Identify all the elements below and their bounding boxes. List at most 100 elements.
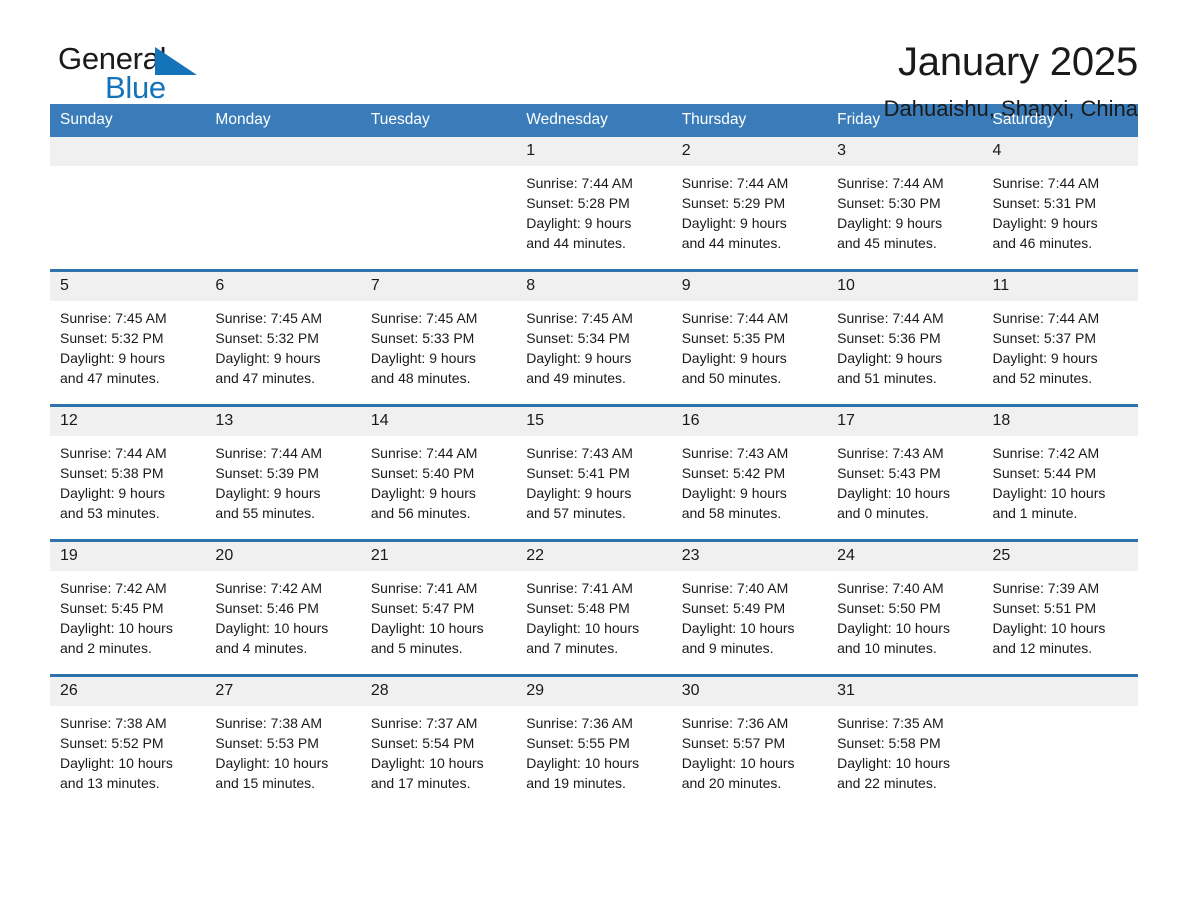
calendar-day-cell[interactable]: 16 Sunrise: 7:43 AM Sunset: 5:42 PM Dayligh… [671, 404, 828, 541]
sunrise-time: Sunrise: 7:36 AM [681, 715, 789, 731]
daylight-duration-line1: Daylight: 10 hours [992, 485, 1106, 501]
sunrise-time: Sunrise: 7:44 AM [681, 175, 789, 191]
day-number [50, 137, 206, 166]
day-details: Sunrise: 7:38 AM Sunset: 5:52 PM Daylight:… [50, 706, 205, 793]
calendar-day-cell[interactable]: 19 Sunrise: 7:42 AM Sunset: 5:45 PM Dayligh… [50, 539, 206, 676]
calendar-day-cell[interactable]: 12 Sunrise: 7:44 AM Sunset: 5:38 PM Dayligh… [50, 404, 206, 541]
sunrise-time: Sunrise: 7:44 AM [681, 310, 789, 326]
daylight-duration-line1: Daylight: 10 hours [837, 620, 950, 636]
calendar-day-cell[interactable]: 21 Sunrise: 7:41 AM Sunset: 5:47 PM Dayligh… [360, 539, 517, 676]
sunrise-time: Sunrise: 7:41 AM [526, 580, 633, 596]
daylight-duration-line2: and 49 minutes. [526, 370, 626, 386]
day-number [205, 137, 361, 166]
sunset-time: Sunset: 5:44 PM [992, 465, 1097, 481]
daylight-duration-line1: Daylight: 9 hours [60, 485, 166, 501]
calendar-day-cell[interactable]: 24 Sunrise: 7:40 AM Sunset: 5:50 PM Dayligh… [827, 539, 983, 676]
daylight-duration-line1: Daylight: 9 hours [837, 350, 943, 366]
day-details: Sunrise: 7:45 AM Sunset: 5:33 PM Daylight:… [361, 301, 516, 388]
day-number: 21 [360, 542, 517, 571]
sunrise-time: Sunrise: 7:42 AM [215, 580, 323, 596]
daylight-duration-line2: and 50 minutes. [681, 370, 782, 386]
daylight-duration-line2: and 51 minutes. [837, 370, 937, 386]
daylight-duration-line2: and 48 minutes. [370, 370, 471, 386]
calendar-day-cell[interactable]: 28 Sunrise: 7:37 AM Sunset: 5:54 PM Dayligh… [360, 674, 517, 809]
day-number: 26 [50, 677, 206, 706]
day-details: Sunrise: 7:44 AM Sunset: 5:39 PM Daylight:… [205, 436, 360, 523]
calendar-day-cell[interactable]: 26 Sunrise: 7:38 AM Sunset: 5:52 PM Dayligh… [50, 674, 206, 809]
calendar-week-row: 1 Sunrise: 7:44 AM Sunset: 5:28 PM Daylight… [50, 137, 1138, 271]
calendar-day-cell[interactable]: 8 Sunrise: 7:45 AM Sunset: 5:34 PM Daylight… [516, 269, 672, 406]
calendar-day-cell[interactable]: 10 Sunrise: 7:44 AM Sunset: 5:36 PM Dayligh… [827, 269, 983, 406]
weekday-header-thursday: Thursday [671, 104, 828, 137]
weekday-header-wednesday: Wednesday [516, 104, 672, 137]
daylight-duration-line1: Daylight: 9 hours [526, 485, 632, 501]
calendar-day-cell[interactable]: 31 Sunrise: 7:35 AM Sunset: 5:58 PM Dayligh… [827, 674, 983, 809]
sunrise-sunset-calendar: Sunday Monday Tuesday Wednesday Thursday… [50, 104, 1138, 809]
day-details: Sunrise: 7:42 AM Sunset: 5:45 PM Daylight:… [50, 571, 205, 658]
sunrise-time: Sunrise: 7:37 AM [370, 715, 478, 731]
daylight-duration-line1: Daylight: 10 hours [60, 620, 173, 636]
sunset-time: Sunset: 5:45 PM [60, 600, 164, 616]
calendar-day-cell[interactable]: 14 Sunrise: 7:44 AM Sunset: 5:40 PM Dayligh… [360, 404, 517, 541]
day-details: Sunrise: 7:43 AM Sunset: 5:41 PM Daylight:… [516, 436, 671, 523]
calendar-day-cell[interactable]: 1 Sunrise: 7:44 AM Sunset: 5:28 PM Daylight… [516, 137, 672, 271]
day-details: Sunrise: 7:44 AM Sunset: 5:37 PM Daylight:… [983, 301, 1138, 388]
calendar-week-row: 26 Sunrise: 7:38 AM Sunset: 5:52 PM Dayligh… [50, 674, 1138, 809]
day-details: Sunrise: 7:36 AM Sunset: 5:55 PM Daylight:… [516, 706, 671, 793]
daylight-duration-line1: Daylight: 10 hours [60, 755, 173, 771]
calendar-day-cell[interactable]: 6 Sunrise: 7:45 AM Sunset: 5:32 PM Daylight… [205, 269, 361, 406]
sunrise-time: Sunrise: 7:45 AM [215, 310, 323, 326]
calendar-day-cell[interactable]: 25 Sunrise: 7:39 AM Sunset: 5:51 PM Dayligh… [982, 539, 1138, 676]
sunrise-time: Sunrise: 7:44 AM [992, 310, 1100, 326]
day-number: 13 [205, 407, 361, 436]
calendar-day-cell[interactable]: 30 Sunrise: 7:36 AM Sunset: 5:57 PM Dayligh… [671, 674, 828, 809]
day-number: 22 [516, 542, 672, 571]
calendar-day-cell[interactable]: 3 Sunrise: 7:44 AM Sunset: 5:30 PM Daylight… [827, 137, 983, 271]
calendar-day-cell[interactable]: 20 Sunrise: 7:42 AM Sunset: 5:46 PM Dayligh… [205, 539, 361, 676]
daylight-duration-line2: and 57 minutes. [526, 505, 626, 521]
sunrise-time: Sunrise: 7:44 AM [370, 445, 478, 461]
calendar-day-cell[interactable]: 4 Sunrise: 7:44 AM Sunset: 5:31 PM Daylight… [982, 137, 1138, 271]
daylight-duration-line1: Daylight: 10 hours [992, 620, 1106, 636]
sunrise-time: Sunrise: 7:44 AM [60, 445, 167, 461]
calendar-day-cell-empty [205, 137, 361, 271]
calendar-day-cell[interactable]: 22 Sunrise: 7:41 AM Sunset: 5:48 PM Dayligh… [516, 539, 672, 676]
sunset-time: Sunset: 5:48 PM [526, 600, 630, 616]
sunset-time: Sunset: 5:51 PM [992, 600, 1097, 616]
sunset-time: Sunset: 5:46 PM [215, 600, 319, 616]
sunset-time: Sunset: 5:36 PM [837, 330, 941, 346]
sunrise-time: Sunrise: 7:41 AM [370, 580, 478, 596]
day-number: 11 [982, 272, 1138, 301]
calendar-day-cell[interactable]: 7 Sunrise: 7:45 AM Sunset: 5:33 PM Daylight… [360, 269, 517, 406]
sunrise-time: Sunrise: 7:40 AM [681, 580, 789, 596]
calendar-day-cell[interactable]: 11 Sunrise: 7:44 AM Sunset: 5:37 PM Dayligh… [982, 269, 1138, 406]
calendar-day-cell[interactable]: 15 Sunrise: 7:43 AM Sunset: 5:41 PM Dayligh… [516, 404, 672, 541]
calendar-day-cell[interactable]: 13 Sunrise: 7:44 AM Sunset: 5:39 PM Dayligh… [205, 404, 361, 541]
day-number: 7 [360, 272, 517, 301]
calendar-day-cell[interactable]: 17 Sunrise: 7:43 AM Sunset: 5:43 PM Dayligh… [827, 404, 983, 541]
day-number: 20 [205, 542, 361, 571]
daylight-duration-line2: and 13 minutes. [60, 775, 160, 791]
sunrise-time: Sunrise: 7:44 AM [992, 175, 1100, 191]
calendar-day-cell[interactable]: 27 Sunrise: 7:38 AM Sunset: 5:53 PM Dayligh… [205, 674, 361, 809]
daylight-duration-line1: Daylight: 10 hours [526, 620, 640, 636]
sunrise-time: Sunrise: 7:43 AM [837, 445, 944, 461]
calendar-day-cell[interactable]: 5 Sunrise: 7:45 AM Sunset: 5:32 PM Daylight… [50, 269, 206, 406]
sunset-time: Sunset: 5:52 PM [60, 735, 164, 751]
calendar-day-cell[interactable]: 18 Sunrise: 7:42 AM Sunset: 5:44 PM Dayligh… [982, 404, 1138, 541]
day-number: 1 [516, 137, 672, 166]
daylight-duration-line2: and 9 minutes. [681, 640, 774, 656]
daylight-duration-line1: Daylight: 9 hours [215, 350, 321, 366]
day-details: Sunrise: 7:36 AM Sunset: 5:57 PM Daylight:… [672, 706, 827, 793]
calendar-day-cell[interactable]: 23 Sunrise: 7:40 AM Sunset: 5:49 PM Dayligh… [671, 539, 828, 676]
calendar-day-cell[interactable]: 2 Sunrise: 7:44 AM Sunset: 5:29 PM Daylight… [671, 137, 828, 271]
daylight-duration-line1: Daylight: 9 hours [681, 215, 787, 231]
calendar-day-cell[interactable]: 9 Sunrise: 7:44 AM Sunset: 5:35 PM Daylight… [671, 269, 828, 406]
day-details: Sunrise: 7:43 AM Sunset: 5:42 PM Daylight:… [672, 436, 827, 523]
daylight-duration-line1: Daylight: 10 hours [370, 755, 484, 771]
day-details: Sunrise: 7:44 AM Sunset: 5:30 PM Daylight:… [827, 166, 982, 253]
sunrise-time: Sunrise: 7:35 AM [837, 715, 944, 731]
day-number: 2 [671, 137, 828, 166]
daylight-duration-line1: Daylight: 10 hours [370, 620, 484, 636]
calendar-day-cell[interactable]: 29 Sunrise: 7:36 AM Sunset: 5:55 PM Dayligh… [516, 674, 672, 809]
